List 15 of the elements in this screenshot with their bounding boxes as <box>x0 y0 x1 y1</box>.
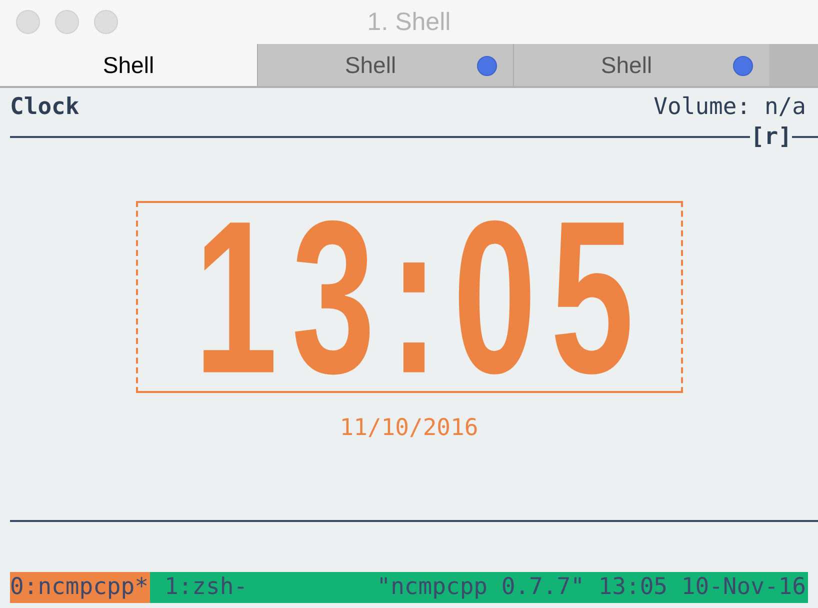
window-title: 1. Shell <box>367 8 451 36</box>
clock-date: 11/10/2016 <box>340 414 478 443</box>
maximize-button[interactable] <box>94 10 118 34</box>
tmux-window-label: 0:ncmpcpp* <box>10 572 150 603</box>
tab[interactable]: Shell <box>257 44 513 86</box>
tab[interactable]: Shell <box>0 44 257 86</box>
tab[interactable]: Shell <box>513 44 769 86</box>
status-right-text: "ncmpcpp 0.7.7" 13:05 10-Nov-16 <box>376 573 807 602</box>
close-button[interactable] <box>16 10 40 34</box>
mode-flags: [r] <box>750 123 792 152</box>
minimize-button[interactable] <box>55 10 79 34</box>
volume-indicator: Volume: n/a <box>654 93 806 122</box>
clock-time: 13:05 <box>194 215 648 379</box>
screen-title: Clock <box>10 93 80 122</box>
tmux-window-label: 1:zsh- <box>164 573 249 602</box>
